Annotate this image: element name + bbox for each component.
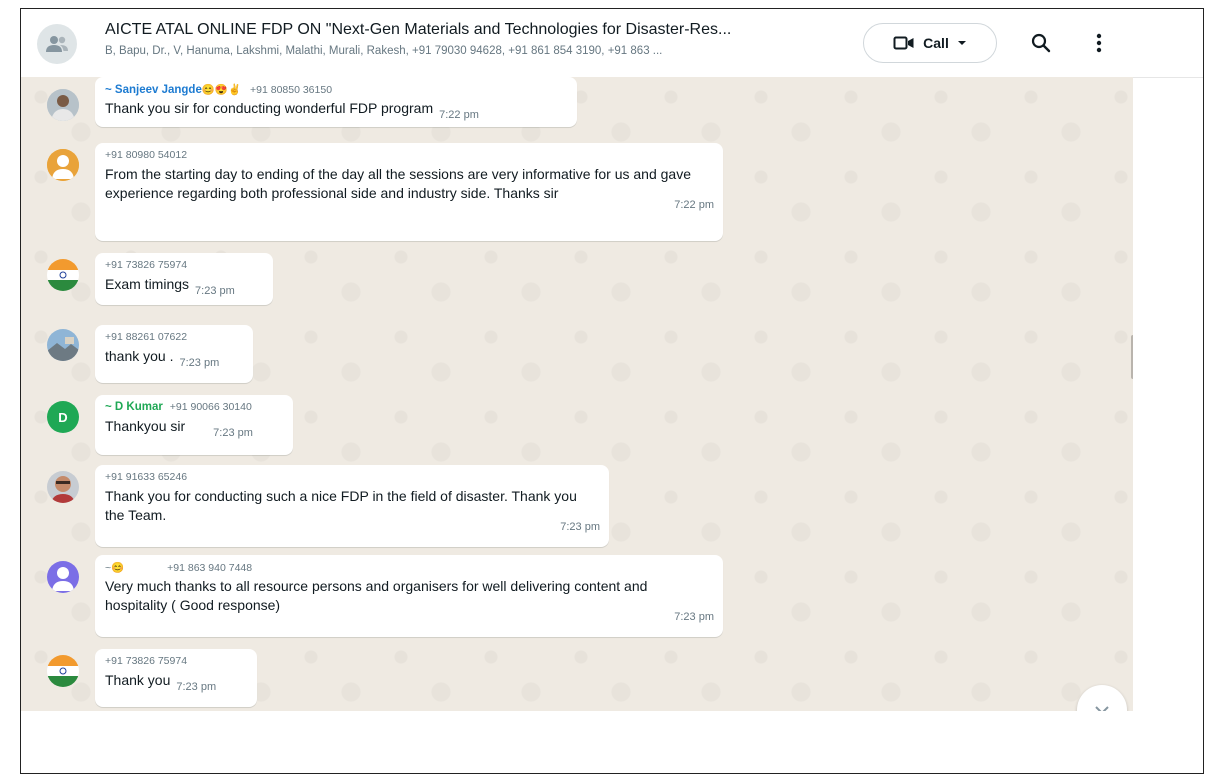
chat-header[interactable]: AICTE ATAL ONLINE FDP ON "Next-Gen Mater… — [21, 9, 1203, 78]
search-icon — [1031, 33, 1051, 53]
message-sender[interactable]: ~ Sanjeev Jangde😊😍✌ +91 80850 36150 — [105, 83, 568, 99]
chevron-down-icon — [1095, 706, 1109, 711]
message-text: Thank you for conducting such a nice FDP… — [105, 488, 577, 523]
sender-phone: +91 80850 36150 — [250, 84, 333, 96]
sender-avatar[interactable] — [47, 89, 79, 121]
message-time: 7:23 pm — [195, 285, 235, 297]
sender-phone: +91 80980 54012 — [105, 149, 188, 161]
sender-avatar[interactable] — [47, 561, 79, 593]
sender-phone: +91 91633 65246 — [105, 471, 188, 483]
message-sender[interactable]: ~😊 +91 863 940 7448 — [105, 561, 714, 577]
sender-phone: +91 88261 07622 — [105, 331, 188, 343]
message-sender[interactable]: +91 91633 65246 — [105, 471, 600, 487]
message-text: thank you . — [105, 348, 174, 364]
group-icon — [46, 36, 68, 52]
app-window: AICTE ATAL ONLINE FDP ON "Next-Gen Mater… — [20, 8, 1204, 774]
message-bubble[interactable]: +91 88261 07622 thank you . 7:23 pm — [95, 325, 253, 383]
message-sender[interactable]: +91 88261 07622 — [105, 331, 244, 347]
message-text: Thank you sir for conducting wonderful F… — [105, 100, 434, 116]
message-list[interactable]: ~ Sanjeev Jangde😊😍✌ +91 80850 36150 Than… — [21, 77, 1133, 711]
message-bubble[interactable]: +91 73826 75974 Thank you 7:23 pm — [95, 649, 257, 707]
message-sender[interactable]: +91 80980 54012 — [105, 149, 714, 165]
menu-button[interactable] — [1083, 27, 1115, 59]
message-time: 7:23 pm — [560, 521, 600, 533]
sender-avatar[interactable] — [47, 329, 79, 361]
landscape-photo-icon — [47, 329, 79, 361]
default-user-icon — [47, 149, 79, 181]
message-bubble[interactable]: +91 91633 65246 Thank you for conducting… — [95, 465, 609, 547]
participants-list[interactable]: B, Bapu, Dr., V, Hanuma, Lakshmi, Malath… — [105, 45, 855, 57]
group-avatar[interactable] — [37, 24, 77, 64]
message-bubble[interactable]: +91 73826 75974 Exam timings 7:23 pm — [95, 253, 273, 305]
sender-phone: +91 863 940 7448 — [167, 562, 253, 574]
india-flag-icon — [47, 655, 79, 687]
message-sender[interactable]: +91 73826 75974 — [105, 655, 248, 671]
search-button[interactable] — [1025, 27, 1057, 59]
message-bubble[interactable]: ~😊 +91 863 940 7448 Very much thanks to … — [95, 555, 723, 637]
sender-emoji: 😊😍✌ — [201, 84, 242, 96]
sender-avatar[interactable] — [47, 655, 79, 687]
message-text: Exam timings — [105, 276, 190, 292]
chevron-down-icon — [957, 41, 966, 45]
message-sender[interactable]: ~ D Kumar +91 90066 30140 — [105, 401, 284, 417]
sender-avatar[interactable] — [47, 259, 79, 291]
message-time: 7:22 pm — [439, 109, 479, 121]
sender-name[interactable]: ~ D Kumar — [105, 401, 163, 413]
message-sender[interactable]: +91 73826 75974 — [105, 259, 264, 275]
message-text: Very much thanks to all resource persons… — [105, 578, 648, 613]
scroll-to-bottom-button[interactable] — [1077, 685, 1127, 711]
message-bubble[interactable]: ~ Sanjeev Jangde😊😍✌ +91 80850 36150 Than… — [95, 77, 577, 127]
video-call-icon — [893, 36, 914, 50]
sender-phone: +91 73826 75974 — [105, 259, 188, 271]
message-time: 7:23 pm — [176, 681, 217, 693]
more-vertical-icon — [1096, 33, 1102, 53]
avatar-letter: D — [58, 409, 68, 425]
scrollbar-thumb[interactable] — [1131, 335, 1133, 379]
message-bubble[interactable]: ~ D Kumar +91 90066 30140 Thankyou sir 7:… — [95, 395, 293, 455]
message-text: Thankyou sir — [105, 418, 186, 434]
default-user-icon — [47, 561, 79, 593]
sender-avatar[interactable] — [47, 149, 79, 181]
chat-title[interactable]: AICTE ATAL ONLINE FDP ON "Next-Gen Mater… — [105, 21, 855, 39]
call-button[interactable]: Call — [863, 23, 997, 63]
sender-avatar-letter[interactable]: D — [47, 401, 79, 433]
message-time: 7:23 pm — [213, 427, 253, 439]
person-photo-icon — [47, 89, 79, 121]
sender-phone: +91 73826 75974 — [105, 655, 188, 667]
call-label: Call — [923, 35, 949, 51]
sender-emoji: 😊 — [111, 562, 125, 574]
message-text: From the starting day to ending of the d… — [105, 166, 691, 201]
message-time: 7:23 pm — [179, 357, 220, 369]
sender-phone: +91 90066 30140 — [169, 401, 252, 413]
person-photo-icon — [47, 471, 79, 503]
india-flag-icon — [47, 259, 79, 291]
sender-avatar[interactable] — [47, 471, 79, 503]
message-text: Thank you — [105, 672, 171, 688]
message-bubble[interactable]: +91 80980 54012 From the starting day to… — [95, 143, 723, 241]
sender-name[interactable]: ~ Sanjeev Jangde — [105, 84, 202, 96]
